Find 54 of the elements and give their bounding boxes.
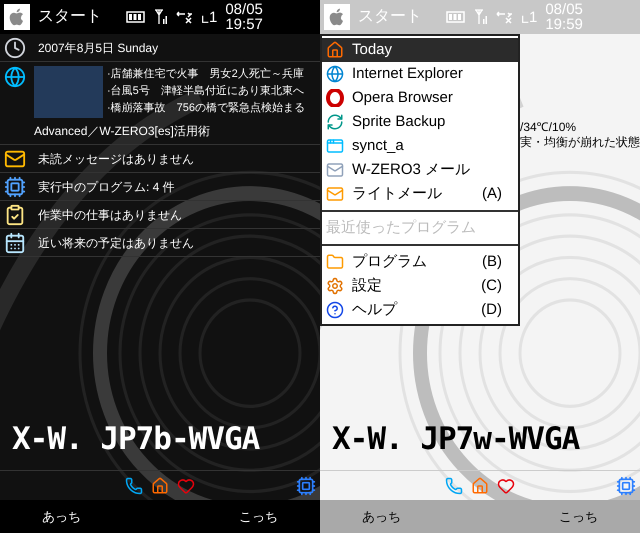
help-icon [326,301,344,319]
recent-programs-header: 最近使ったプログラム [325,218,477,238]
apple-icon[interactable] [324,4,350,30]
calendar-icon [4,232,26,254]
status-date: 08/05 [225,2,263,17]
chip-icon[interactable] [616,476,636,496]
menu-item[interactable]: Today [322,38,518,62]
today-item-text[interactable]: 実行中のプログラム: 4 件 [38,178,175,196]
status-time: 19:57 [225,17,263,32]
sync-icon [326,113,344,131]
softkey-button[interactable]: あっち [362,506,401,526]
globe-icon [326,65,344,83]
globe-icon [4,66,26,88]
theme-name: X-W. JP7w-WVGA [332,420,580,456]
today-item-text[interactable]: 作業中の仕事はありません [38,206,182,224]
settings-icon [326,277,344,295]
softkey-button[interactable]: あっち [42,506,81,526]
battery-icon [446,11,466,23]
mail-icon [326,185,344,203]
chip-icon [4,176,26,198]
heart-icon[interactable] [177,476,195,494]
signal-icon [474,9,488,25]
heart-icon[interactable] [497,476,515,494]
apple-icon[interactable] [4,4,30,30]
today-item-text[interactable]: 近い将来の予定はありません [38,234,194,252]
chip-icon[interactable] [296,476,316,496]
softkey-button[interactable]: こっち [559,506,598,526]
start-label[interactable]: スタート [38,5,118,29]
mail-icon [326,161,344,179]
house-icon[interactable] [151,476,169,494]
theme-name: X-W. JP7b-WVGA [12,420,260,456]
home-icon [326,41,344,59]
news-headline[interactable]: ·橋崩落事故 756の橋で緊急点検始まる [107,100,306,117]
ring-icon [326,89,344,107]
news-headline[interactable]: ·台風5号 津軽半島付近にあり東北東へ [107,83,306,100]
ringer-icon [522,14,529,22]
news-headline[interactable]: ·店舗兼住宅で火事 男女2人死亡～兵庫 [107,66,306,83]
connection-off-icon [176,10,194,24]
folder-icon [326,253,344,271]
news-source[interactable]: Advanced／W-ZERO3[es]活用術 [34,122,306,140]
ringer-icon [202,14,209,22]
clock-icon [4,36,26,58]
weather-map-image [34,66,103,118]
signal-icon [154,9,168,25]
battery-icon [126,11,146,23]
connection-off-icon [496,10,514,24]
ringer-level: 1 [209,10,218,24]
background-text: /34℃/10% [520,120,578,135]
today-item-text[interactable]: 未読メッセージはありません [38,150,194,168]
today-item-text[interactable]: 2007年8月5日 Sunday [38,38,158,56]
background-text: 実・均衡が崩れた状態 [520,135,640,150]
window-icon [326,137,344,155]
softkey-button[interactable]: こっち [239,506,278,526]
clipboard-icon [4,204,26,226]
